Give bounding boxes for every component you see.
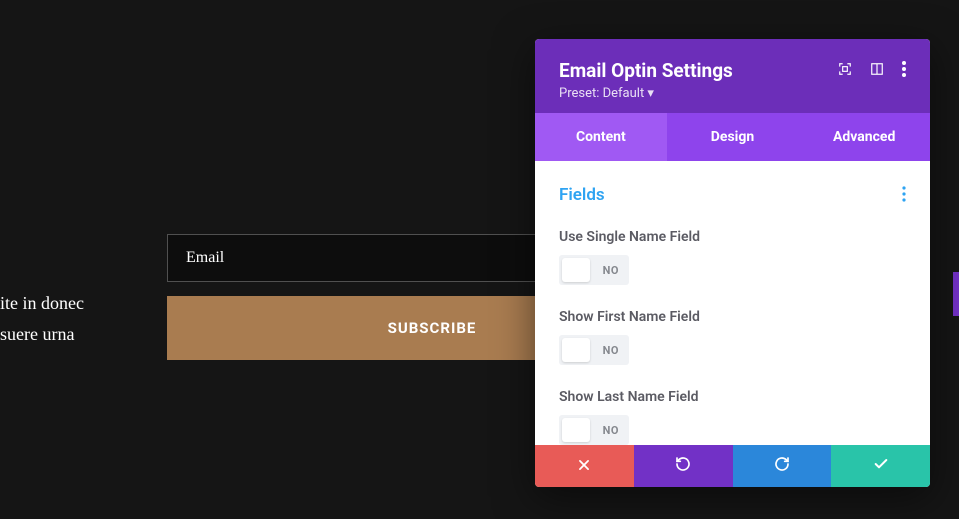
undo-icon (675, 456, 691, 476)
preset-dropdown[interactable]: Preset: Default ▾ (559, 86, 906, 101)
cancel-button[interactable] (535, 445, 634, 487)
subscribe-label: SUBSCRIBE (388, 319, 477, 337)
field-row: Show First Name Field NO (559, 309, 906, 369)
email-placeholder: Email (186, 249, 224, 267)
tab-design[interactable]: Design (667, 113, 799, 161)
field-row: Use Single Name Field NO (559, 229, 906, 289)
page-copy: ite in donec suere urna (0, 288, 84, 349)
toggle-knob (562, 258, 590, 282)
close-icon (577, 457, 591, 476)
toggle-last-name[interactable]: NO (559, 415, 629, 445)
section-title[interactable]: Fields (559, 185, 605, 205)
panel-tabs: Content Design Advanced (535, 113, 930, 161)
kebab-icon[interactable] (902, 61, 906, 81)
copy-line-1: ite in donec (0, 288, 84, 319)
panel-footer (535, 445, 930, 487)
settings-panel: Email Optin Settings Preset: Default ▾ C… (535, 39, 930, 487)
panel-header: Email Optin Settings Preset: Default ▾ (535, 39, 930, 113)
toggle-value: NO (603, 264, 619, 277)
panel-title: Email Optin Settings (559, 59, 733, 82)
tab-advanced[interactable]: Advanced (798, 113, 930, 161)
copy-line-2: suere urna (0, 319, 84, 350)
expand-icon[interactable] (838, 61, 852, 80)
redo-button[interactable] (733, 445, 832, 487)
toggle-first-name[interactable]: NO (559, 335, 629, 365)
save-button[interactable] (831, 445, 930, 487)
redo-icon (774, 456, 790, 476)
undo-button[interactable] (634, 445, 733, 487)
panel-body: Fields Use Single Name Field NO Show Fir… (535, 161, 930, 445)
section-kebab-icon[interactable] (902, 183, 906, 207)
field-row: Show Last Name Field NO (559, 389, 906, 445)
side-indicator (953, 272, 959, 316)
check-icon (873, 456, 889, 476)
toggle-knob (562, 418, 590, 442)
tab-content[interactable]: Content (535, 113, 667, 161)
toggle-single-name[interactable]: NO (559, 255, 629, 285)
toggle-value: NO (603, 344, 619, 357)
toggle-knob (562, 338, 590, 362)
field-label: Show Last Name Field (559, 389, 906, 405)
field-label: Use Single Name Field (559, 229, 906, 245)
snap-icon[interactable] (870, 61, 884, 80)
field-label: Show First Name Field (559, 309, 906, 325)
toggle-value: NO (603, 424, 619, 437)
